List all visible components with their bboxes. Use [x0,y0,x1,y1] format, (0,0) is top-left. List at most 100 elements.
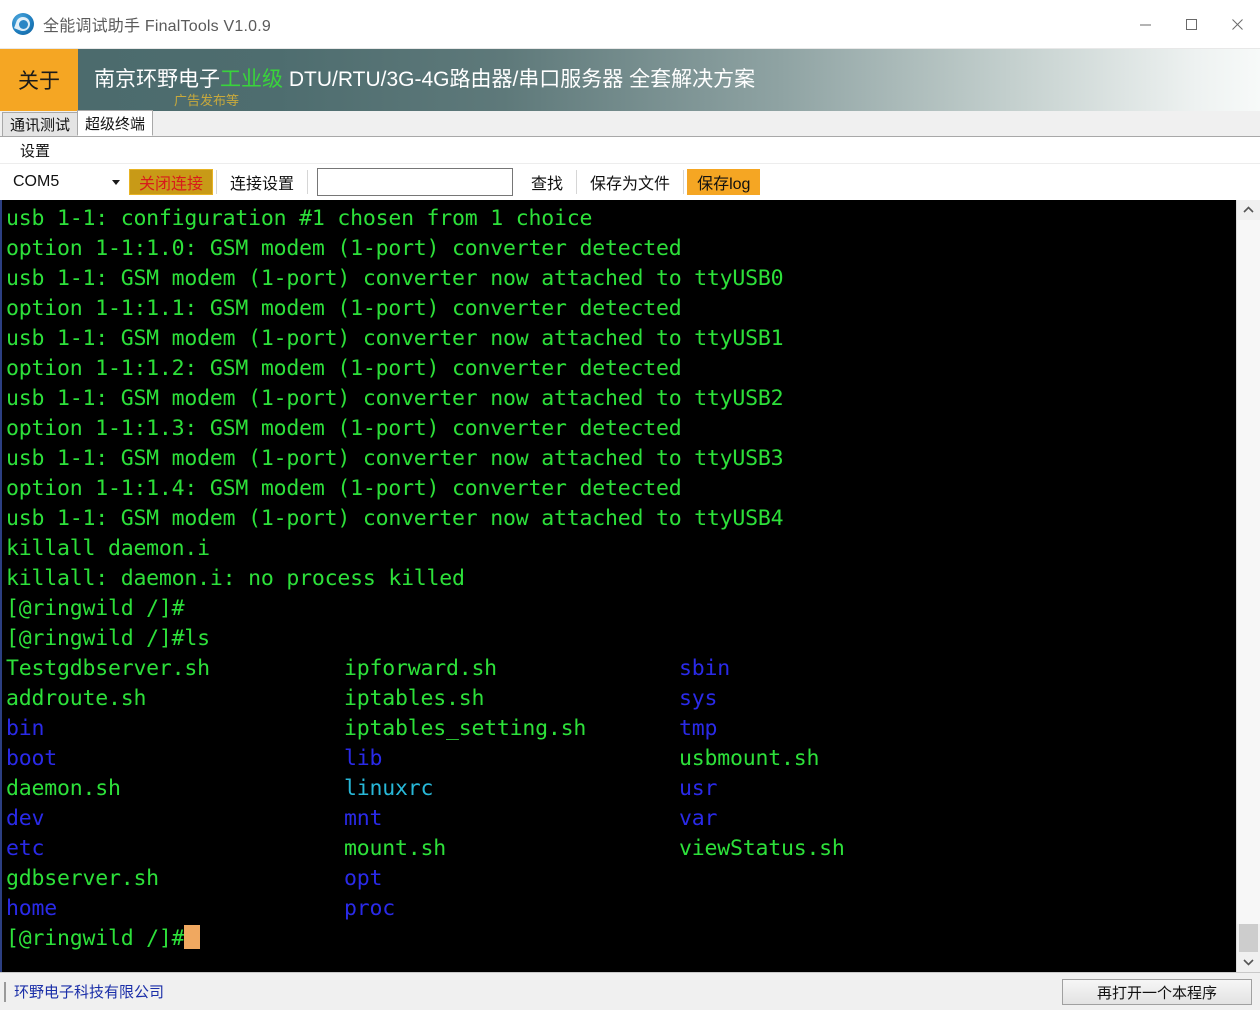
status-bar: 环野电子科技有限公司 再打开一个本程序 [0,972,1260,1010]
terminal-line: usb 1-1: GSM modem (1-port) converter no… [6,506,784,531]
terminal-line: killall daemon.i [6,536,210,561]
terminal-listing-entry: mount.sh [344,836,446,861]
terminal-line: usb 1-1: GSM modem (1-port) converter no… [6,326,784,351]
toolbar-divider [216,170,218,194]
open-another-instance-button[interactable]: 再打开一个本程序 [1062,979,1252,1005]
tab-comm-test[interactable]: 通讯测试 [2,112,79,136]
terminal-line: option 1-1:1.4: GSM modem (1-port) conve… [6,476,682,501]
serial-port-select[interactable]: COM5 [6,169,129,195]
window-title: 全能调试助手 FinalTools V1.0.9 [43,18,271,35]
terminal-line: option 1-1:1.3: GSM modem (1-port) conve… [6,416,682,441]
title-bar: 全能调试助手 FinalTools V1.0.9 [0,0,1260,49]
terminal-listing-entry: tmp [679,716,718,741]
terminal-listing-entry: daemon.sh [6,776,121,801]
terminal-line: killall: daemon.i: no process killed [6,566,465,591]
terminal-listing-row: Testgdbserver.sh ipforward.sh sbin [6,654,1236,684]
terminal-listing-row: daemon.sh linuxrc usr [6,774,1236,804]
menu-bar: 设置 [0,137,1260,164]
maximize-icon [1185,18,1197,30]
maximize-button[interactable] [1168,0,1214,48]
terminal-prompt-line: [@ringwild /]# [6,924,1236,954]
app-logo-icon [12,13,34,35]
terminal-listing-row: home proc [6,894,1236,924]
terminal-panel: usb 1-1: configuration #1 chosen from 1 … [0,200,1260,972]
tab-super-terminal[interactable]: 超级终端 [77,110,154,136]
close-icon [1231,18,1243,30]
toolbar: COM5 关闭连接 连接设置 查找 保存为文件 保存log [0,164,1260,200]
terminal-listing-row: bin iptables_setting.sh tmp [6,714,1236,744]
terminal-listing-entry: home [6,896,57,921]
chevron-down-icon [1243,959,1254,966]
tab-strip: 通讯测试 超级终端 [0,110,1260,137]
terminal-listing-entry: gdbserver.sh [6,866,159,891]
terminal-line: usb 1-1: configuration #1 chosen from 1 … [6,206,593,231]
terminal-listing-entry: usbmount.sh [679,746,820,771]
minimize-button[interactable] [1122,0,1168,48]
terminal-listing-entry: iptables.sh [344,686,485,711]
terminal-listing-row: boot lib usbmount.sh [6,744,1236,774]
banner-subtext: 广告发布等 [174,93,240,108]
toolbar-divider [307,170,309,194]
chevron-up-icon [1243,206,1254,213]
terminal-line: usb 1-1: GSM modem (1-port) converter no… [6,386,784,411]
save-to-file-button[interactable]: 保存为文件 [580,169,681,195]
connection-settings-button[interactable]: 连接设置 [220,169,305,195]
banner-suffix: DTU/RTU/3G-4G路由器/串口服务器 全套解决方案 [283,68,756,92]
scroll-up-button[interactable] [1237,200,1260,220]
terminal-scrollbar[interactable] [1236,200,1260,972]
terminal-listing-entry: bin [6,716,45,741]
banner-text: 南京环野电子工业级 DTU/RTU/3G-4G路由器/串口服务器 全套解决方案 … [78,49,1260,111]
scrollbar-thumb[interactable] [1239,924,1258,952]
terminal-line: usb 1-1: GSM modem (1-port) converter no… [6,266,784,291]
terminal-listing-entry: linuxrc [344,776,434,801]
minimize-icon [1139,24,1151,25]
banner-headline: 南京环野电子工业级 DTU/RTU/3G-4G路由器/串口服务器 全套解决方案 [94,68,1260,91]
terminal-output[interactable]: usb 1-1: configuration #1 chosen from 1 … [2,200,1236,972]
toolbar-divider [576,170,578,194]
terminal-listing-entry: addroute.sh [6,686,147,711]
terminal-listing-entry: sbin [679,656,730,681]
window-controls [1122,0,1260,48]
disconnect-button[interactable]: 关闭连接 [129,169,214,195]
terminal-listing-entry: boot [6,746,57,771]
terminal-listing-row: dev mnt var [6,804,1236,834]
terminal-listing-entry: dev [6,806,45,831]
terminal-line: [@ringwild /]# [6,596,185,621]
terminal-cursor [184,925,201,949]
save-log-button[interactable]: 保存log [687,169,761,195]
terminal-listing-row: gdbserver.sh opt [6,864,1236,894]
serial-port-value: COM5 [13,173,60,190]
scrollbar-track[interactable] [1237,220,1260,924]
terminal-line: usb 1-1: GSM modem (1-port) converter no… [6,446,784,471]
terminal-line: option 1-1:1.0: GSM modem (1-port) conve… [6,236,682,261]
terminal-listing-entry: Testgdbserver.sh [6,656,210,681]
terminal-listing-entry: var [679,806,718,831]
terminal-listing-row: addroute.sh iptables.sh sys [6,684,1236,714]
terminal-listing-entry: ipforward.sh [344,656,497,681]
company-link[interactable]: 环野电子科技有限公司 [14,981,164,1002]
terminal-listing-entry: usr [679,776,718,801]
terminal-listing-entry: lib [344,746,383,771]
terminal-prompt: [@ringwild /]# [6,926,185,951]
chevron-down-icon [112,180,120,185]
about-button[interactable]: 关于 [0,49,78,111]
terminal-listing-row: etc mount.sh viewStatus.sh [6,834,1236,864]
find-input[interactable] [317,168,514,196]
banner-highlight: 工业级 [220,68,283,92]
terminal-line: [@ringwild /]#ls [6,626,210,651]
terminal-line: option 1-1:1.1: GSM modem (1-port) conve… [6,296,682,321]
terminal-line: option 1-1:1.2: GSM modem (1-port) conve… [6,356,682,381]
scroll-down-button[interactable] [1237,952,1260,972]
close-button[interactable] [1214,0,1260,48]
banner-prefix: 南京环野电子 [94,68,220,92]
find-button[interactable]: 查找 [521,169,574,195]
toolbar-divider [683,170,685,194]
terminal-listing-entry: opt [344,866,383,891]
terminal-listing-entry: sys [679,686,718,711]
terminal-listing-entry: viewStatus.sh [679,836,845,861]
promo-banner: 关于 南京环野电子工业级 DTU/RTU/3G-4G路由器/串口服务器 全套解决… [0,49,1260,111]
terminal-listing-entry: etc [6,836,45,861]
menu-item-settings[interactable]: 设置 [16,138,54,163]
terminal-listing-entry: iptables_setting.sh [344,716,587,741]
status-divider [4,981,6,1002]
